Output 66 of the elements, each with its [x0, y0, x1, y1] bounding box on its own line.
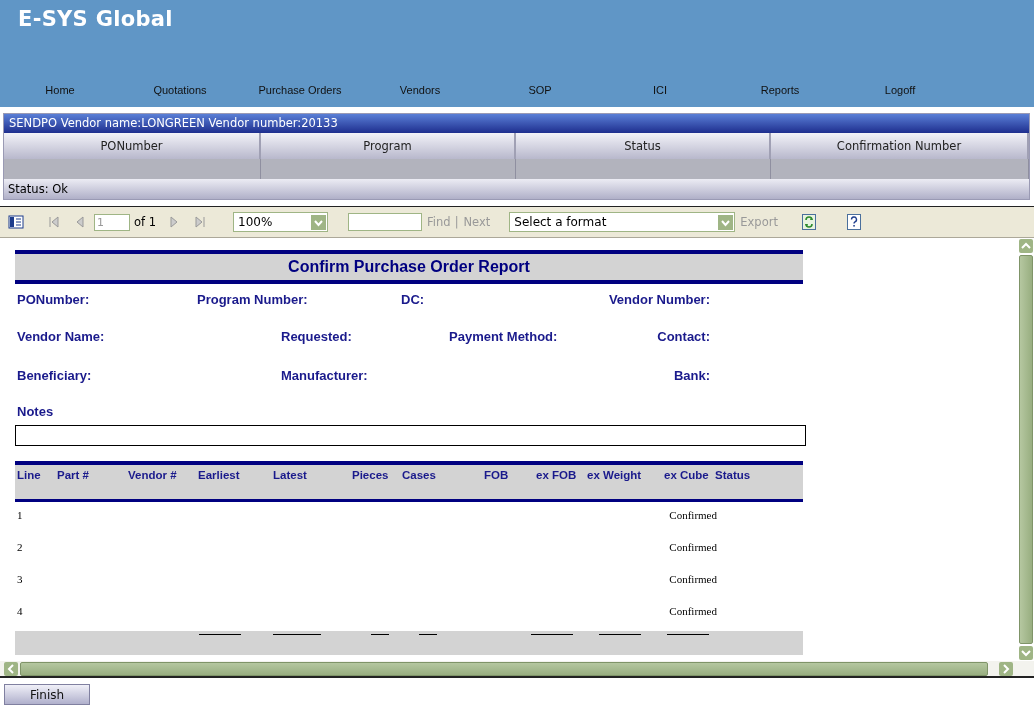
finish-button[interactable]: Finish [4, 684, 90, 705]
table-cell: Confirmed [669, 509, 717, 521]
notes-label: Notes [16, 404, 54, 419]
page-count: of 1 [134, 215, 157, 229]
find-field[interactable] [348, 213, 423, 231]
column-header: ex FOB [536, 468, 578, 481]
panel-title-bar: SENDPO Vendor name:LONGREEN Vendor number:20133 [4, 114, 1029, 133]
first-page-icon[interactable] [48, 216, 60, 228]
table-cell: Confirmed [669, 605, 717, 617]
previous-page-icon[interactable] [76, 216, 84, 228]
scroll-left-icon[interactable] [4, 661, 18, 676]
format-dropdown[interactable]: Select a format [509, 212, 736, 232]
column-header: PONumber [4, 133, 261, 159]
field-label: PONumber: [17, 292, 91, 309]
column-header: Confirmation Number [771, 133, 1029, 159]
column-header: Status [715, 468, 752, 481]
field-label: Program Number: [197, 292, 309, 309]
sidebar-toggle-icon[interactable] [8, 215, 24, 229]
column-header: FOB [484, 468, 510, 481]
status-bar: Status: Ok [4, 179, 1029, 199]
column-header: Part # [57, 468, 90, 481]
field-label: Beneficiary: [17, 368, 93, 385]
field-label: Bank: [672, 368, 710, 385]
nav-link[interactable]: Home [45, 84, 75, 96]
help-icon[interactable] [846, 214, 861, 230]
refresh-icon[interactable] [801, 214, 816, 230]
nav-link[interactable]: Vendors [399, 84, 441, 96]
column-header: Pieces [352, 468, 390, 481]
field-label: Contact: [656, 329, 710, 346]
page-number-field[interactable]: 1 [94, 213, 130, 231]
nav-link[interactable]: Quotations [153, 84, 207, 96]
column-header: Vendor # [128, 468, 178, 481]
table-cell: Confirmed [669, 541, 717, 553]
scroll-down-icon[interactable] [1019, 646, 1034, 660]
next-page-icon[interactable] [170, 216, 179, 228]
separator: | [454, 215, 459, 229]
column-header: Status [516, 133, 771, 159]
column-header: ex Cube [664, 468, 710, 481]
field-label: Vendor Number: [607, 292, 710, 309]
column-header: Line [16, 468, 42, 481]
zoom-dropdown[interactable]: 100% [233, 212, 329, 232]
nav-link[interactable]: ICI [652, 84, 668, 96]
column-header: ex Weight [587, 468, 643, 481]
report-title: Confirm Purchase Order Report [15, 250, 803, 284]
nav-link[interactable]: SOP [528, 84, 552, 96]
nav-link[interactable]: Purchase Orders [258, 84, 342, 96]
last-page-icon[interactable] [194, 216, 207, 228]
table-cell-text: 1 [16, 509, 23, 521]
table-cell-text: 2 [16, 541, 23, 553]
table-cell-text: 4 [16, 605, 23, 617]
table-cell-text: 3 [16, 573, 23, 585]
table-cell: Confirmed [669, 573, 717, 585]
field-label: Requested: [281, 329, 353, 346]
nav-link[interactable]: Logoff [884, 84, 916, 96]
column-header: Program [261, 133, 516, 159]
app-logo: E-SYS Global [18, 7, 173, 31]
field-label: Payment Method: [449, 329, 559, 346]
column-header: Earliest [198, 468, 241, 481]
field-label: Manufacturer: [281, 368, 369, 385]
scroll-right-icon[interactable] [999, 661, 1013, 676]
nav-link[interactable]: Reports [760, 84, 800, 96]
field-label: Vendor Name: [17, 329, 106, 346]
column-header: Cases [402, 468, 437, 481]
field-label: DC: [401, 292, 426, 309]
scroll-up-icon[interactable] [1019, 239, 1034, 253]
column-header: Latest [273, 468, 308, 481]
